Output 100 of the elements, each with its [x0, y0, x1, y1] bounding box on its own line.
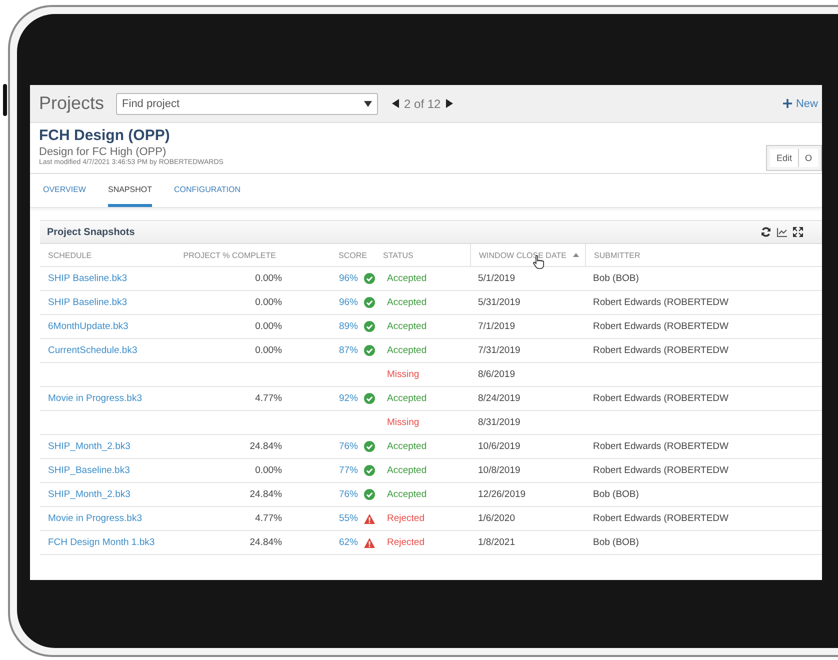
- project-name: FCH Design (OPP): [39, 127, 171, 144]
- schedule-link[interactable]: SHIP Baseline.bk3: [40, 297, 190, 308]
- tab[interactable]: SNAPSHOT: [108, 174, 152, 207]
- side-button[interactable]: [3, 84, 7, 116]
- expand-icon[interactable]: [793, 227, 803, 237]
- line-chart-icon[interactable]: [777, 228, 787, 236]
- column-header[interactable]: SCHEDULE: [48, 250, 92, 260]
- next-arrow-icon[interactable]: [446, 99, 453, 108]
- schedule-link[interactable]: Movie in Progress.bk3: [40, 393, 190, 404]
- table-row[interactable]: SHIP_Baseline.bk3 0.00% 77% Accepted 10/8/2019 Robert Edwards (ROBERTEDW: [40, 459, 822, 483]
- table-row[interactable]: Missing 8/31/2019: [40, 411, 822, 435]
- table-row[interactable]: SHIP_Month_2.bk3 24.84% 76% Accepted 10/6/2019 Robert Edwards (ROBERTEDW: [40, 435, 822, 459]
- score-value: 62%: [338, 537, 358, 548]
- schedule-link[interactable]: CurrentSchedule.bk3: [40, 345, 190, 356]
- status-text: Missing: [386, 417, 420, 428]
- check-circle-icon: [364, 273, 375, 284]
- table-cell-text: 1/8/2021: [477, 537, 516, 548]
- score-value: 96%: [338, 273, 358, 284]
- table-cell-text: 0.00%: [254, 345, 283, 356]
- schedule-link[interactable]: Movie in Progress.bk3: [40, 513, 190, 524]
- status-text: Rejected: [386, 513, 426, 524]
- table-cell-text: Robert Edwards (ROBERTEDW: [592, 393, 730, 404]
- table-cell-text: Bob (BOB): [592, 273, 640, 284]
- plus-icon: [782, 99, 792, 108]
- page-counter: 2 of 12: [404, 96, 441, 110]
- schedule-link[interactable]: SHIP_Month_2.bk3: [40, 441, 190, 452]
- check-circle-icon: [364, 393, 375, 404]
- table-row[interactable]: Movie in Progress.bk3 4.77% 92% Accepted 8/24/2019 Robert Edwards (ROBERTEDW: [40, 387, 822, 411]
- table-cell-text: 0.00%: [254, 465, 283, 476]
- column-header[interactable]: SUBMITTER: [594, 250, 640, 260]
- table-cell-text: 10/6/2019: [477, 441, 522, 452]
- status-text: Accepted: [386, 297, 428, 308]
- table-row[interactable]: Movie in Progress.bk3 4.77% 55% Rejected 1/6/2020 Robert Edwards (ROBERTEDW: [40, 507, 822, 531]
- schedule-link[interactable]: SHIP Baseline.bk3: [40, 273, 190, 284]
- table-cell-text: Bob (BOB): [592, 489, 640, 500]
- column-header[interactable]: STATUS: [383, 250, 414, 260]
- check-circle-icon: [364, 297, 375, 308]
- app-title: Projects: [39, 93, 104, 114]
- table-cell-text: 8/24/2019: [477, 393, 522, 404]
- score-value: 89%: [338, 321, 358, 332]
- table-row[interactable]: SHIP_Month_2.bk3 24.84% 76% Accepted 12/26/2019 Bob (BOB): [40, 483, 822, 507]
- schedule-link[interactable]: SHIP_Month_2.bk3: [40, 489, 190, 500]
- status-text: Accepted: [386, 345, 428, 356]
- table-cell-text: 7/1/2019: [477, 321, 516, 332]
- table-cell-text: Robert Edwards (ROBERTEDW: [592, 465, 730, 476]
- table-cell-text: Robert Edwards (ROBERTEDW: [592, 345, 730, 356]
- schedule-link[interactable]: SHIP_Baseline.bk3: [40, 465, 190, 476]
- column-header[interactable]: PROJECT % COMPLETE: [183, 250, 276, 260]
- table-row[interactable]: CurrentSchedule.bk3 0.00% 87% Accepted 7/31/2019 Robert Edwards (ROBERTEDW: [40, 339, 822, 363]
- table-cell-text: 8/6/2019: [477, 369, 516, 380]
- table-cell-text: Robert Edwards (ROBERTEDW: [592, 321, 730, 332]
- status-text: Rejected: [386, 537, 426, 548]
- status-text: Accepted: [386, 489, 428, 500]
- score-value: 87%: [338, 345, 358, 356]
- refresh-icon[interactable]: [761, 227, 771, 237]
- check-circle-icon: [364, 441, 375, 452]
- warning-icon: [364, 514, 375, 524]
- table-cell-text: Robert Edwards (ROBERTEDW: [592, 513, 730, 524]
- score-value: 77%: [338, 465, 358, 476]
- project-description: Design for FC High (OPP): [39, 146, 168, 158]
- score-value: 76%: [338, 489, 358, 500]
- previous-arrow-icon[interactable]: [392, 99, 400, 108]
- check-circle-icon: [364, 321, 375, 332]
- status-text: Accepted: [386, 441, 428, 452]
- tab[interactable]: OVERVIEW: [43, 174, 86, 207]
- status-text: Accepted: [386, 465, 428, 476]
- new-button[interactable]: New: [782, 98, 818, 110]
- table-row[interactable]: 6MonthUpdate.bk3 0.00% 89% Accepted 7/1/2019 Robert Edwards (ROBERTEDW: [40, 315, 822, 339]
- action-button[interactable]: Edit: [770, 149, 798, 167]
- table-cell-text: 5/1/2019: [477, 273, 516, 284]
- status-text: Accepted: [386, 273, 428, 284]
- table-row[interactable]: Missing 8/6/2019: [40, 363, 822, 387]
- table-cell-text: 0.00%: [254, 297, 283, 308]
- check-circle-icon: [364, 465, 375, 476]
- column-header[interactable]: WINDOW CLOSE DATE: [479, 250, 566, 260]
- table-cell-text: 24.84%: [248, 537, 283, 548]
- score-value: 92%: [338, 393, 358, 404]
- table-cell-text: 12/26/2019: [477, 489, 527, 500]
- schedule-link[interactable]: FCH Design Month 1.bk3: [40, 537, 190, 548]
- panel-title: Project Snapshots: [47, 226, 135, 238]
- table-cell-text: Robert Edwards (ROBERTEDW: [592, 441, 730, 452]
- table-cell-text: 0.00%: [254, 273, 283, 284]
- table-cell-text: 5/31/2019: [477, 297, 522, 308]
- action-button[interactable]: O: [798, 149, 818, 167]
- status-text: Missing: [386, 369, 420, 380]
- table-row[interactable]: SHIP Baseline.bk3 0.00% 96% Accepted 5/1/2019 Bob (BOB): [40, 267, 822, 291]
- dropdown-caret-icon: [364, 100, 372, 106]
- tab[interactable]: CONFIGURATION: [174, 174, 241, 207]
- table-cell-text: 1/6/2020: [477, 513, 516, 524]
- status-text: Accepted: [386, 321, 428, 332]
- table-cell-text: 4.77%: [254, 393, 283, 404]
- table-row[interactable]: SHIP Baseline.bk3 0.00% 96% Accepted 5/31/2019 Robert Edwards (ROBERTEDW: [40, 291, 822, 315]
- schedule-link[interactable]: 6MonthUpdate.bk3: [40, 321, 190, 332]
- score-value: 96%: [338, 297, 358, 308]
- table-row[interactable]: FCH Design Month 1.bk3 24.84% 62% Rejected 1/8/2021 Bob (BOB): [40, 531, 822, 555]
- sort-ascending-icon[interactable]: [573, 253, 579, 257]
- table-cell-text: 4.77%: [254, 513, 283, 524]
- table-cell-text: 10/8/2019: [477, 465, 522, 476]
- project-search-field[interactable]: Find project: [116, 92, 378, 114]
- column-header[interactable]: SCORE: [338, 250, 367, 260]
